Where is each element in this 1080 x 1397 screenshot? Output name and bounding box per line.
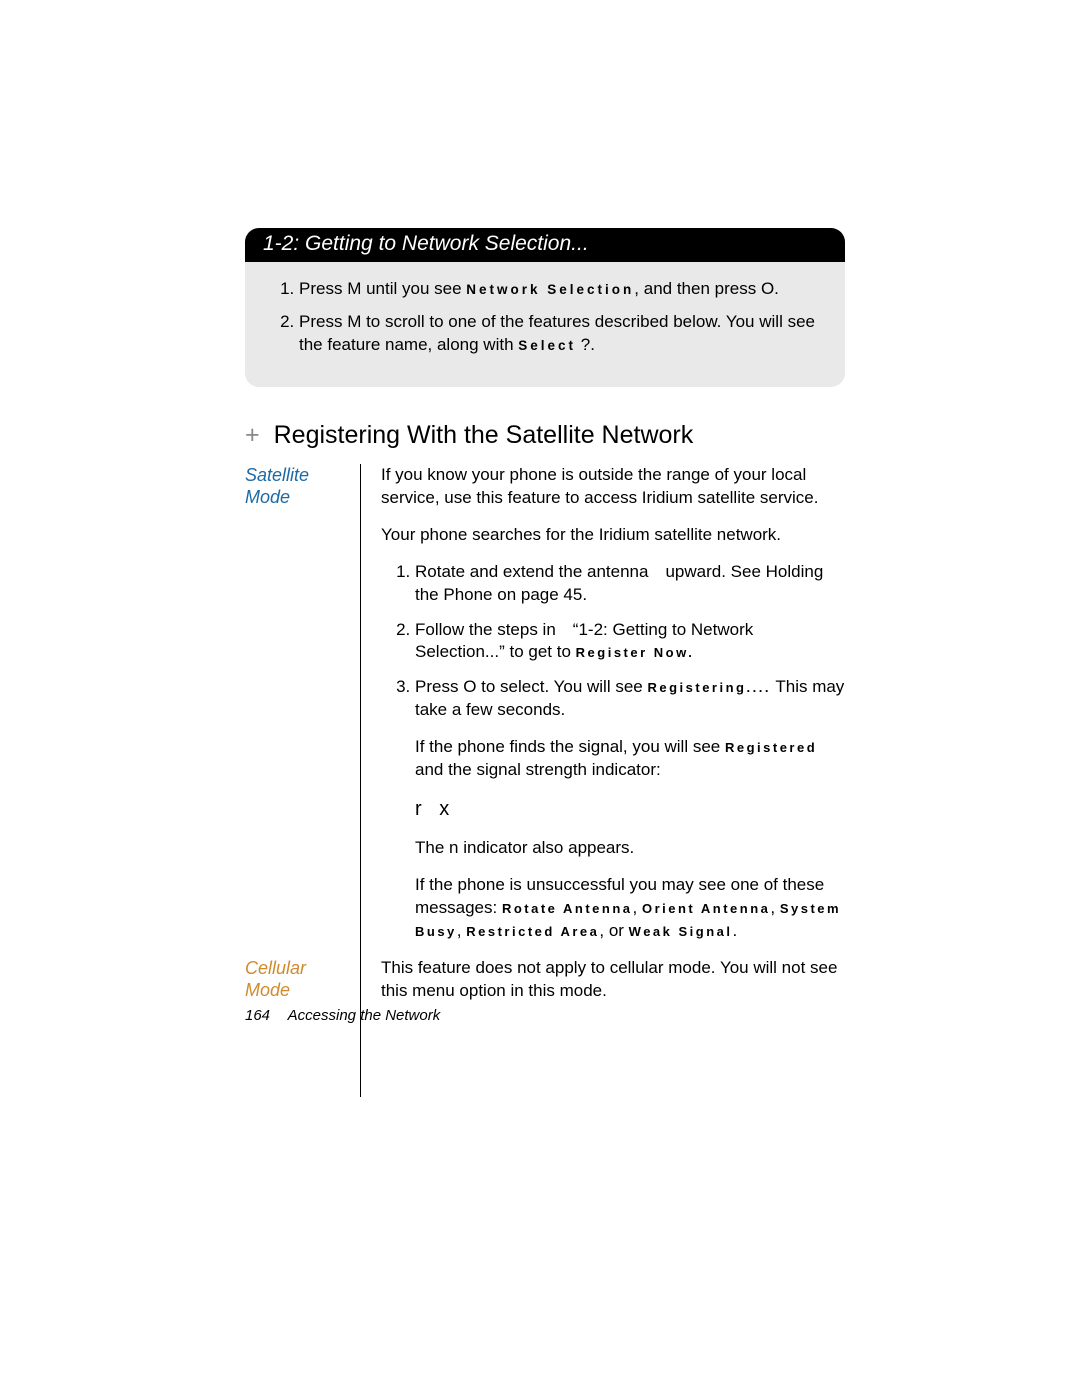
mode-label-column: Satellite Mode: [245, 464, 360, 957]
page-content: 1-2: Getting to Network Selection... Pre…: [245, 228, 845, 1097]
cellular-mode-label: Cellular Mode: [245, 957, 360, 1002]
section-title-bar: 1-2: Getting to Network Selection...: [245, 228, 845, 262]
subsection-heading: +Registering With the Satellite Network: [245, 421, 845, 450]
satellite-mode-body: If you know your phone is outside the ra…: [381, 464, 845, 957]
modes-table: Cellular Mode This feature does not appl…: [245, 957, 845, 1097]
modes-table: Satellite Mode If you know your phone is…: [245, 464, 845, 957]
paragraph: If the phone ﬁnds the signal, you will s…: [381, 736, 845, 782]
mode-label-column: Cellular Mode: [245, 957, 360, 1097]
substep-1: Rotate and extend the antenna upward. Se…: [415, 561, 845, 607]
page-number: 164: [245, 1007, 270, 1024]
display-text: Rotate Antenna: [502, 901, 633, 916]
step-1: Press M until you see Network Selection,…: [299, 278, 823, 301]
home-indicator-icon: n: [449, 838, 458, 857]
paragraph: This feature does not apply to cellular …: [381, 957, 845, 1003]
menu-key-icon: M: [347, 279, 361, 298]
display-text: Register Now.: [576, 645, 695, 660]
paragraph: If the phone is unsuccessful you may see…: [381, 874, 845, 943]
section-number: 1-2:: [263, 232, 299, 255]
steps-box: Press M until you see Network Selection,…: [245, 262, 845, 387]
page-footer: 164 Accessing the Network: [245, 1007, 440, 1024]
substep-2: Follow the steps in “1-2: Getting to Net…: [415, 619, 845, 665]
ok-key-icon: O: [761, 279, 774, 298]
ok-key-icon: O: [463, 677, 476, 696]
substep-3: Press O to select. You will see Register…: [415, 676, 845, 722]
satellite-mode-label: Satellite Mode: [245, 464, 360, 509]
step-2: Press M to scroll to one of the features…: [299, 311, 823, 357]
plus-icon: +: [245, 421, 260, 449]
display-text: Network Selection: [466, 282, 634, 297]
signal-indicator-icon: r x: [381, 796, 845, 823]
display-text: Restricted Area: [466, 924, 599, 939]
paragraph: Your phone searches for the Iridium sate…: [381, 524, 845, 547]
display-text: Select: [518, 338, 576, 353]
display-text: Weak Signal: [629, 924, 733, 939]
cellular-mode-body: This feature does not apply to cellular …: [381, 957, 845, 1097]
menu-key-icon: M: [347, 312, 361, 331]
display-text: Registering....: [647, 680, 770, 695]
display-text: Orient Antenna: [642, 901, 770, 916]
vertical-divider: [360, 464, 361, 957]
vertical-divider: [360, 957, 361, 1097]
section-title: Getting to Network Selection...: [305, 232, 589, 255]
footer-title: Accessing the Network: [288, 1007, 441, 1024]
paragraph: If you know your phone is outside the ra…: [381, 464, 845, 510]
paragraph: The n indicator also appears.: [381, 837, 845, 860]
display-text: Registered: [725, 740, 817, 755]
